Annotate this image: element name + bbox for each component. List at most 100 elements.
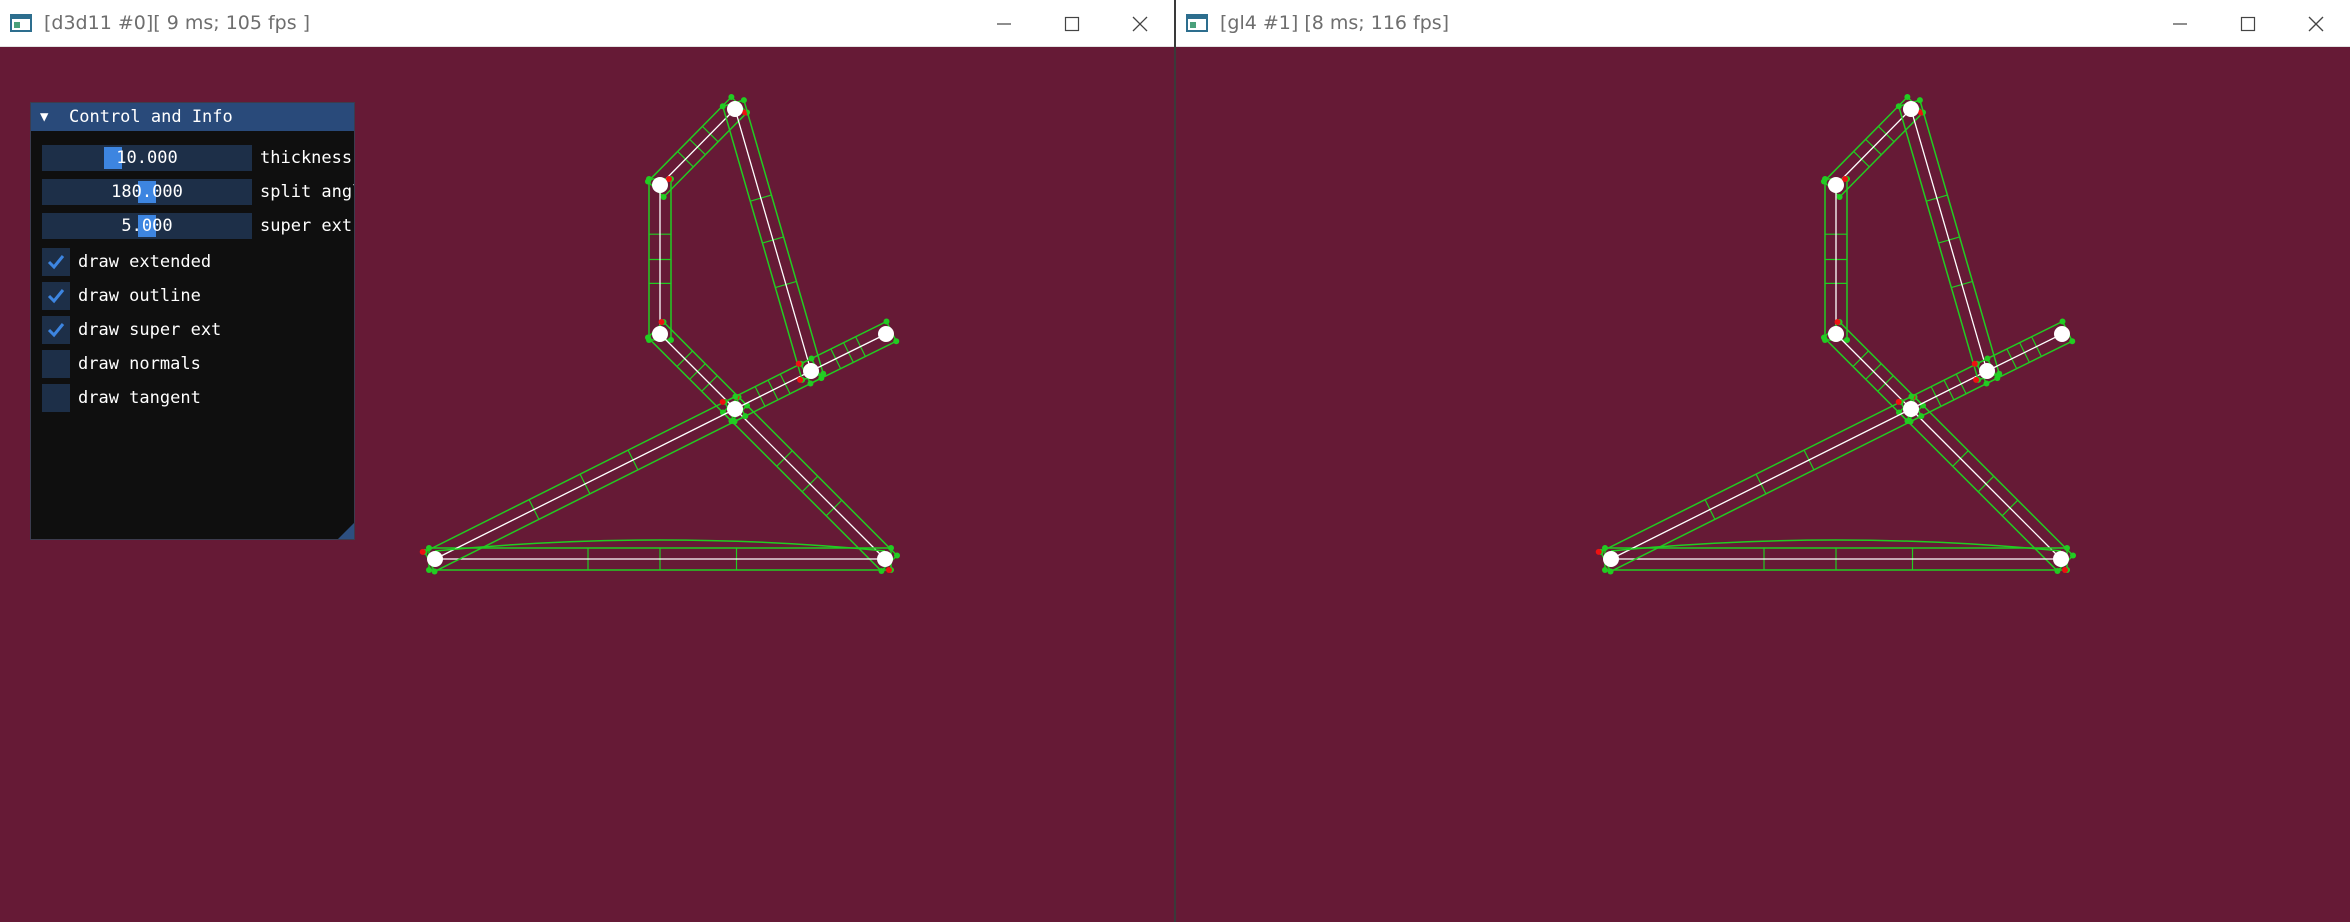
close-button[interactable] — [1106, 0, 1174, 47]
outline-vertex — [1836, 193, 1843, 200]
segment-centerline — [734, 108, 812, 372]
super-ext-slider[interactable]: 5.000 — [42, 213, 252, 239]
joint-point — [727, 101, 743, 117]
draw-extended-row: draw extended — [42, 248, 342, 276]
outline-vertex — [878, 568, 885, 575]
checkmark-icon — [47, 255, 65, 270]
outline-vertex — [1904, 94, 1911, 101]
segment-centerline — [1610, 408, 1912, 560]
gl4-window: [gl4 #1] [8 ms; 116 fps] — [1176, 0, 2350, 922]
maximize-icon — [1064, 16, 1080, 32]
app-icon — [10, 14, 32, 32]
draw-extended-checkbox[interactable] — [42, 248, 70, 276]
thickness-slider[interactable]: 10.000 — [42, 145, 252, 171]
joint-point — [1603, 551, 1619, 567]
split-angle-slider[interactable]: 180.000 — [42, 179, 252, 205]
draw-tangent-row: draw tangent — [42, 384, 342, 412]
segment-centerline — [734, 408, 886, 560]
super-ext-label: super ext — [260, 216, 353, 236]
joint-point — [803, 363, 819, 379]
draw-normals-checkbox[interactable] — [42, 350, 70, 378]
split-angle-value: 180.000 — [111, 182, 183, 202]
joint-point — [652, 177, 668, 193]
segment-centerline — [1910, 408, 2062, 560]
outline-vertex — [660, 193, 667, 200]
outline-vertex — [2054, 568, 2061, 575]
maximize-icon — [2240, 16, 2256, 32]
close-icon — [1132, 16, 1148, 32]
segment-centerline — [1910, 370, 1988, 410]
normal-marker — [419, 548, 426, 555]
panel-header[interactable]: ▼ Control and Info — [31, 103, 354, 131]
d3d11-window: [d3d11 #0][ 9 ms; 105 fps ] ▼ Control an… — [0, 0, 1174, 922]
outline-vertex — [644, 334, 651, 341]
outline-vertex — [2069, 338, 2076, 345]
draw-tangent-checkbox[interactable] — [42, 384, 70, 412]
app-icon — [1186, 14, 1208, 32]
segment-centerline — [659, 108, 736, 186]
thickness-label: thickness — [260, 148, 353, 168]
draw-tangent-label: draw tangent — [78, 388, 201, 408]
collapse-arrow-icon[interactable]: ▼ — [40, 109, 48, 125]
super-ext-row: 5.000 super ext — [42, 213, 354, 239]
joint-point — [427, 551, 443, 567]
minimize-button[interactable] — [2146, 0, 2214, 47]
title-bar[interactable]: [d3d11 #0][ 9 ms; 105 fps ] — [0, 0, 1174, 47]
outline-vertex — [1907, 418, 1914, 425]
outline-vertex — [1895, 103, 1902, 110]
outline-vertex — [740, 97, 747, 104]
outline-vertex — [1602, 567, 1608, 573]
outline-vertex — [719, 103, 726, 110]
outline-vertex — [807, 380, 814, 387]
normal-marker — [795, 360, 802, 367]
minimize-icon — [2173, 23, 2187, 25]
outline-vertex — [728, 94, 735, 101]
outline-vertex — [894, 552, 901, 559]
draw-outline-row: draw outline — [42, 282, 342, 310]
normal-marker — [1834, 318, 1841, 325]
outline-vertex — [426, 567, 432, 573]
draw-super-ext-row: draw super ext — [42, 316, 342, 344]
render-viewport[interactable] — [1176, 47, 2350, 922]
normal-marker — [2062, 567, 2068, 573]
outline-vertex — [893, 338, 900, 345]
outline-vertex — [1820, 334, 1827, 341]
draw-super-ext-label: draw super ext — [78, 320, 222, 340]
close-button[interactable] — [2282, 0, 2350, 47]
normal-marker — [719, 398, 726, 405]
joint-point — [2053, 551, 2069, 567]
draw-super-ext-checkbox[interactable] — [42, 316, 70, 344]
thickness-value: 10.000 — [116, 148, 178, 168]
draw-normals-label: draw normals — [78, 354, 201, 374]
normal-marker — [1895, 398, 1902, 405]
segment-centerline — [1910, 108, 1988, 372]
segment-centerline — [1835, 108, 1912, 186]
joint-point — [1979, 363, 1995, 379]
outline-vertex — [2059, 318, 2066, 325]
resize-grip-icon[interactable] — [338, 523, 354, 539]
checkmark-icon — [47, 323, 65, 338]
split-angle-label: split angle — [260, 182, 354, 202]
joint-point — [1828, 326, 1844, 342]
outline-vertex — [1916, 97, 1923, 104]
minimize-button[interactable] — [970, 0, 1038, 47]
joint-point — [652, 326, 668, 342]
maximize-button[interactable] — [1038, 0, 1106, 47]
outline-vertex — [1607, 568, 1614, 575]
joint-point — [1903, 401, 1919, 417]
title-bar[interactable]: [gl4 #1] [8 ms; 116 fps] — [1176, 0, 2350, 47]
outline-vertex — [1983, 380, 1990, 387]
draw-outline-label: draw outline — [78, 286, 201, 306]
maximize-button[interactable] — [2214, 0, 2282, 47]
segment-centerline — [659, 333, 736, 410]
super-ext-value: 5.000 — [121, 216, 173, 236]
outline-vertex — [646, 176, 652, 182]
draw-outline-checkbox[interactable] — [42, 282, 70, 310]
outline-vertex — [888, 545, 894, 551]
joint-point — [2054, 326, 2070, 342]
outline-vertex — [1822, 176, 1828, 182]
window-title: [gl4 #1] [8 ms; 116 fps] — [1220, 12, 1450, 34]
split-angle-row: 180.000 split angle — [42, 179, 354, 205]
outline-vertex — [883, 318, 890, 325]
segment-centerline — [734, 370, 812, 410]
